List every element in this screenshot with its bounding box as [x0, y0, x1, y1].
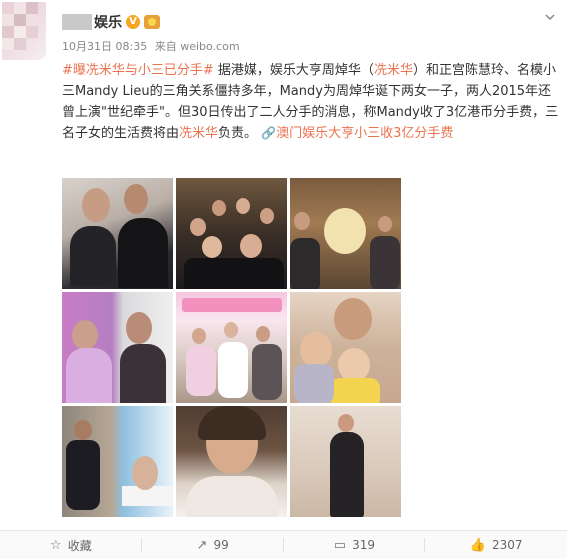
photo-6[interactable] [290, 292, 401, 403]
weibo-post-card: 娱乐 V 10月31日 08:35 来自 weibo.com #曝冼米华与小三已… [0, 0, 567, 559]
photo-4[interactable] [62, 292, 173, 403]
author-row: 娱乐 V [62, 12, 160, 32]
mention-link[interactable]: 冼米华 [374, 63, 413, 78]
chevron-down-icon[interactable] [543, 10, 557, 24]
post-date[interactable]: 10月31日 08:35 [62, 40, 147, 53]
favorite-button[interactable]: ☆ 收藏 [0, 531, 142, 559]
hashtag-link[interactable]: #曝冼米华与小三已分手# [62, 63, 214, 78]
redacted-name [62, 14, 92, 30]
source-prefix: 来自 [154, 40, 177, 53]
photo-1[interactable] [62, 178, 173, 289]
repost-count: 99 [213, 538, 229, 552]
image-grid [62, 178, 402, 517]
post-text-part3: 负责。 [218, 126, 258, 141]
post-text-part1: 据港媒，娱乐大亨周焯华（ [213, 63, 374, 78]
link-icon: 🔗 [261, 126, 277, 140]
like-button[interactable]: 👍 2307 [425, 531, 567, 559]
comment-button[interactable]: ▭ 319 [284, 531, 426, 559]
favorite-label: 收藏 [67, 538, 92, 553]
mention-link-2[interactable]: 冼米华 [179, 126, 218, 141]
photo-9[interactable] [290, 406, 401, 517]
star-icon: ☆ [50, 537, 62, 553]
repost-icon: ↗ [196, 537, 208, 553]
post-footer: ☆ 收藏 ↗ 99 ▭ 319 👍 2307 [0, 530, 567, 559]
photo-7[interactable] [62, 406, 173, 517]
photo-5[interactable] [176, 292, 287, 403]
comment-count: 319 [352, 538, 375, 552]
post-source[interactable]: weibo.com [180, 40, 239, 53]
photo-2[interactable] [176, 178, 287, 289]
photo-3[interactable] [290, 178, 401, 289]
post-meta: 10月31日 08:35 来自 weibo.com [62, 38, 244, 54]
article-link[interactable]: 澳门娱乐大亨小三收3亿分手费 [276, 126, 453, 141]
avatar[interactable] [2, 2, 46, 60]
verified-icon: V [126, 15, 140, 29]
author-name[interactable]: 娱乐 [94, 12, 122, 32]
repost-button[interactable]: ↗ 99 [142, 531, 284, 559]
post-text: #曝冼米华与小三已分手# 据港媒，娱乐大亨周焯华（冼米华）和正宫陈慧玲、名模小三… [62, 60, 562, 144]
medal-icon[interactable] [144, 15, 160, 29]
like-count: 2307 [491, 538, 523, 552]
photo-8[interactable] [176, 406, 287, 517]
thumbs-up-icon: 👍 [469, 537, 486, 553]
comment-icon: ▭ [333, 537, 347, 553]
